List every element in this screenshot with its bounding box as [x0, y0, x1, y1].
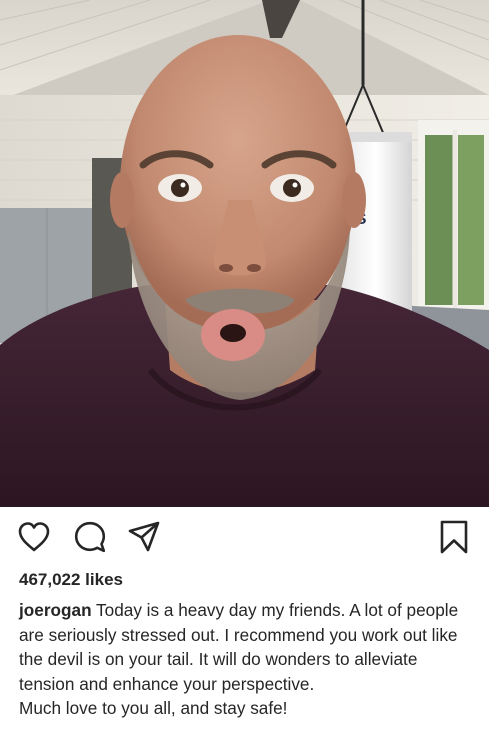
instagram-post: TS: [0, 0, 489, 750]
action-bar: [0, 507, 489, 567]
caption-username[interactable]: joerogan: [19, 600, 92, 620]
post-photo[interactable]: TS: [0, 0, 489, 507]
selfie-illustration: TS: [0, 0, 489, 507]
share-button[interactable]: [126, 519, 162, 555]
likes-count[interactable]: 467,022 likes: [19, 570, 123, 590]
post-caption: joerogan Today is a heavy day my friends…: [19, 598, 469, 721]
heart-icon: [17, 521, 51, 553]
comment-bubble-icon: [73, 520, 107, 554]
save-button[interactable]: [436, 519, 472, 555]
comment-button[interactable]: [72, 519, 108, 555]
like-button[interactable]: [16, 519, 52, 555]
bookmark-icon: [439, 520, 469, 554]
paper-plane-icon: [127, 520, 161, 554]
caption-text-line2: Much love to you all, and stay safe!: [19, 698, 288, 718]
